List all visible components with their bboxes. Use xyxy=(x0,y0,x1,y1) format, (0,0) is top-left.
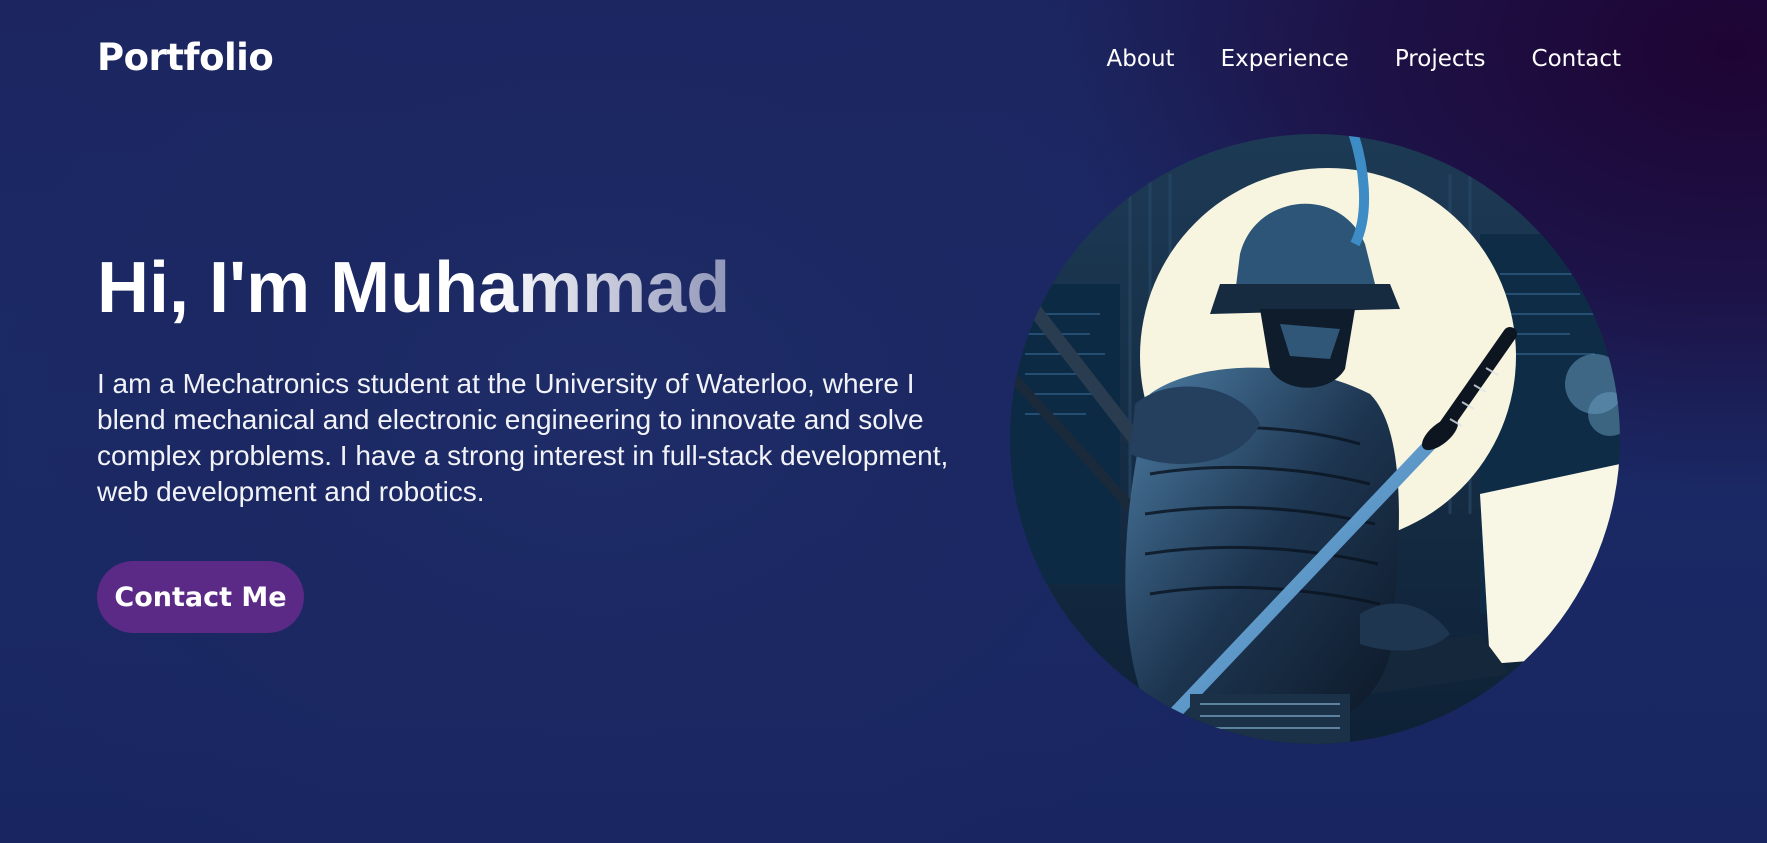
nav-link-experience[interactable]: Experience xyxy=(1221,46,1349,72)
nav-link-about[interactable]: About xyxy=(1107,46,1175,72)
top-navbar: Portfolio About Experience Projects Cont… xyxy=(0,0,1767,120)
nav-link-contact[interactable]: Contact xyxy=(1532,46,1621,72)
nav-links: About Experience Projects Contact xyxy=(1107,46,1621,72)
hero-description: I am a Mechatronics student at the Unive… xyxy=(97,368,949,507)
site-logo[interactable]: Portfolio xyxy=(97,36,274,79)
profile-avatar xyxy=(1010,134,1620,744)
hero-title: Hi, I'm Muhammad xyxy=(97,248,731,328)
samurai-illustration xyxy=(1010,134,1620,744)
nav-link-projects[interactable]: Projects xyxy=(1395,46,1486,72)
contact-me-button[interactable]: Contact Me xyxy=(97,561,304,633)
